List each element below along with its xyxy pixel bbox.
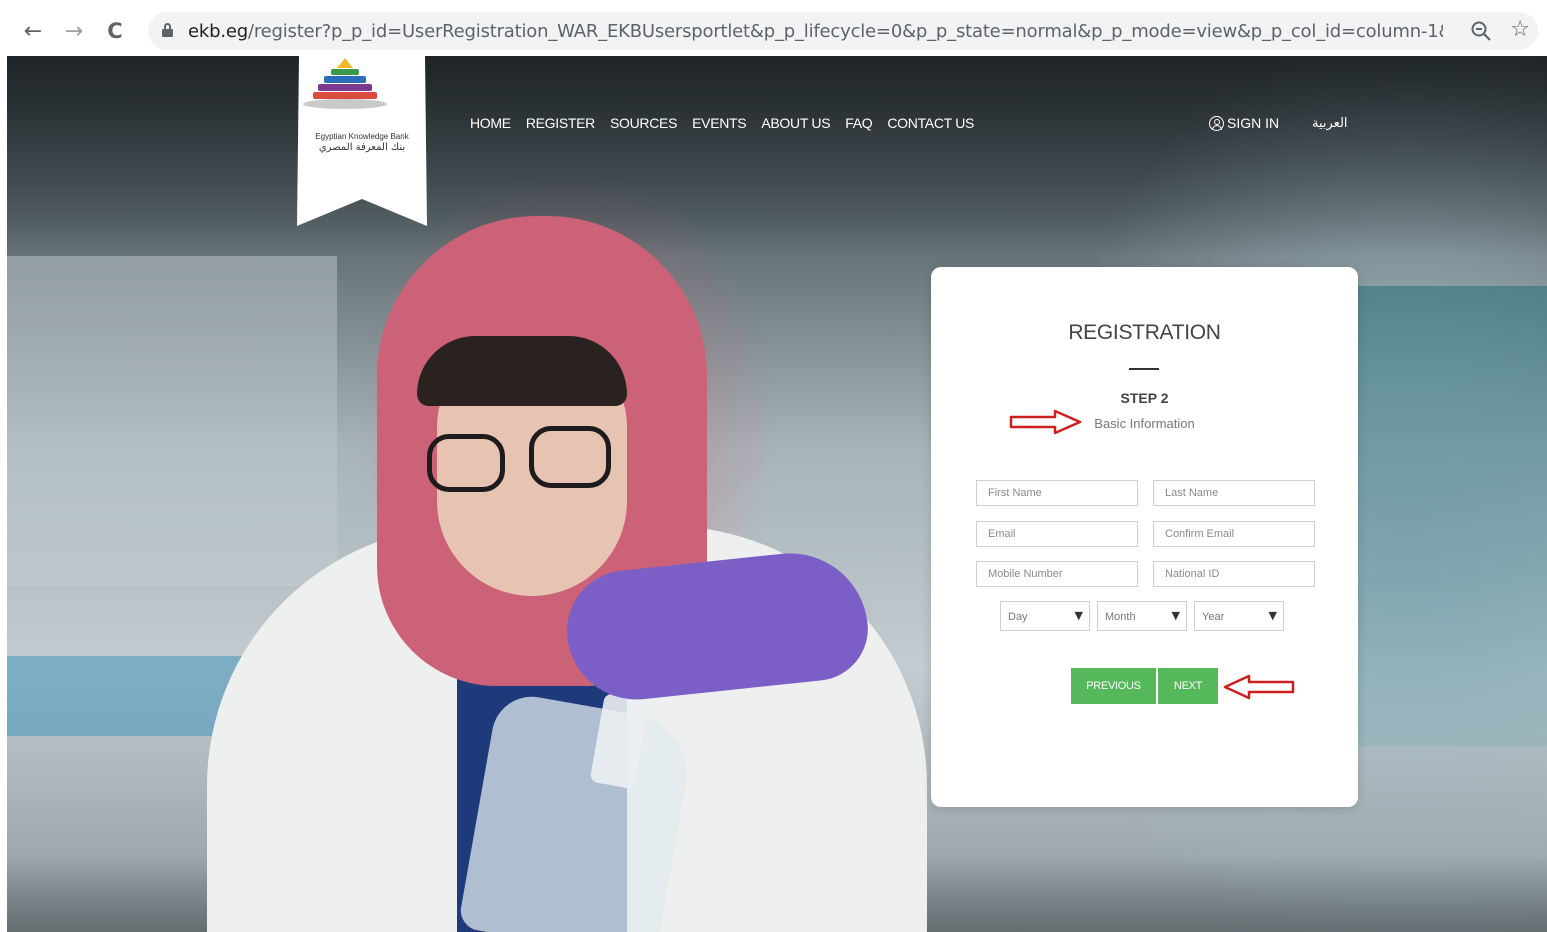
url-host: ekb.eg xyxy=(188,21,248,42)
user-icon xyxy=(1209,115,1224,131)
nav-sources[interactable]: SOURCES xyxy=(610,115,677,131)
dob-day-select[interactable]: Day ▼ xyxy=(1000,601,1090,631)
sign-in-label: SIGN IN xyxy=(1227,115,1280,131)
step-subtitle: Basic Information xyxy=(1094,416,1195,431)
star-icon[interactable]: ☆ xyxy=(1510,17,1530,42)
dob-month-select[interactable]: Month ▼ xyxy=(1097,601,1187,631)
background-shelf xyxy=(7,256,337,586)
dob-month-value: Month xyxy=(1105,611,1136,623)
page-hero: Egyptian Knowledge Bank بنك المعرفة المص… xyxy=(7,56,1547,932)
title-divider xyxy=(1129,368,1159,370)
lock-icon[interactable] xyxy=(162,23,173,37)
dob-day-value: Day xyxy=(1008,611,1028,623)
language-switch[interactable]: العربية xyxy=(1312,116,1348,131)
mobile-number-field[interactable] xyxy=(976,561,1138,587)
national-id-field[interactable] xyxy=(1153,561,1315,587)
first-name-field[interactable] xyxy=(976,480,1138,506)
last-name-field[interactable] xyxy=(1153,480,1315,506)
zoom-icon[interactable] xyxy=(1470,20,1492,42)
previous-button[interactable]: PREVIOUS xyxy=(1071,668,1156,704)
dob-year-select[interactable]: Year ▼ xyxy=(1194,601,1284,631)
confirm-email-field[interactable] xyxy=(1153,521,1315,547)
nav-home[interactable]: HOME xyxy=(470,115,511,131)
back-icon[interactable]: ← xyxy=(18,16,48,46)
caret-down-icon: ▼ xyxy=(1074,609,1083,622)
dob-year-value: Year xyxy=(1202,611,1225,623)
caret-down-icon: ▼ xyxy=(1171,609,1180,622)
hero-photo-glasses xyxy=(529,426,611,488)
nav-register[interactable]: REGISTER xyxy=(526,115,595,131)
logo-text-english: Egyptian Knowledge Bank xyxy=(315,132,409,141)
hero-photo-hair xyxy=(417,336,627,406)
sign-in-link[interactable]: SIGN IN xyxy=(1209,115,1279,131)
nav-events[interactable]: EVENTS xyxy=(692,115,747,131)
background-glass xyxy=(1347,286,1547,746)
registration-title: REGISTRATION xyxy=(1068,321,1221,344)
annotation-arrow-left-icon xyxy=(1223,674,1295,700)
url-path: /register?p_p_id=UserRegistration_WAR_EK… xyxy=(247,21,1443,42)
logo-text-arabic: بنك المعرفة المصري xyxy=(318,142,406,153)
browser-chrome: ← → C ekb.eg/register?p_p_id=UserRegistr… xyxy=(0,0,1547,56)
main-nav: HOME REGISTER SOURCES EVENTS ABOUT US FA… xyxy=(470,115,974,131)
url-text[interactable]: ekb.eg/register?p_p_id=UserRegistration_… xyxy=(188,21,1443,42)
email-field[interactable] xyxy=(976,521,1138,547)
nav-about-us[interactable]: ABOUT US xyxy=(761,115,830,131)
next-button[interactable]: NEXT xyxy=(1158,668,1218,704)
hero-photo-flask xyxy=(457,690,697,932)
reload-icon[interactable]: C xyxy=(100,16,130,46)
nav-contact-us[interactable]: CONTACT US xyxy=(887,115,974,131)
forward-icon[interactable]: → xyxy=(59,16,89,46)
address-bar[interactable]: ekb.eg/register?p_p_id=UserRegistration_… xyxy=(148,12,1538,50)
step-label: STEP 2 xyxy=(1120,390,1169,406)
background-shade xyxy=(7,56,1547,256)
registration-card: REGISTRATION STEP 2 Basic Information Da… xyxy=(931,267,1358,807)
caret-down-icon: ▼ xyxy=(1268,609,1277,622)
logo[interactable]: Egyptian Knowledge Bank بنك المعرفة المص… xyxy=(297,56,427,228)
nav-faq[interactable]: FAQ xyxy=(845,115,872,131)
logo-pyramid-icon xyxy=(303,58,387,109)
hero-photo-glasses xyxy=(427,434,505,492)
